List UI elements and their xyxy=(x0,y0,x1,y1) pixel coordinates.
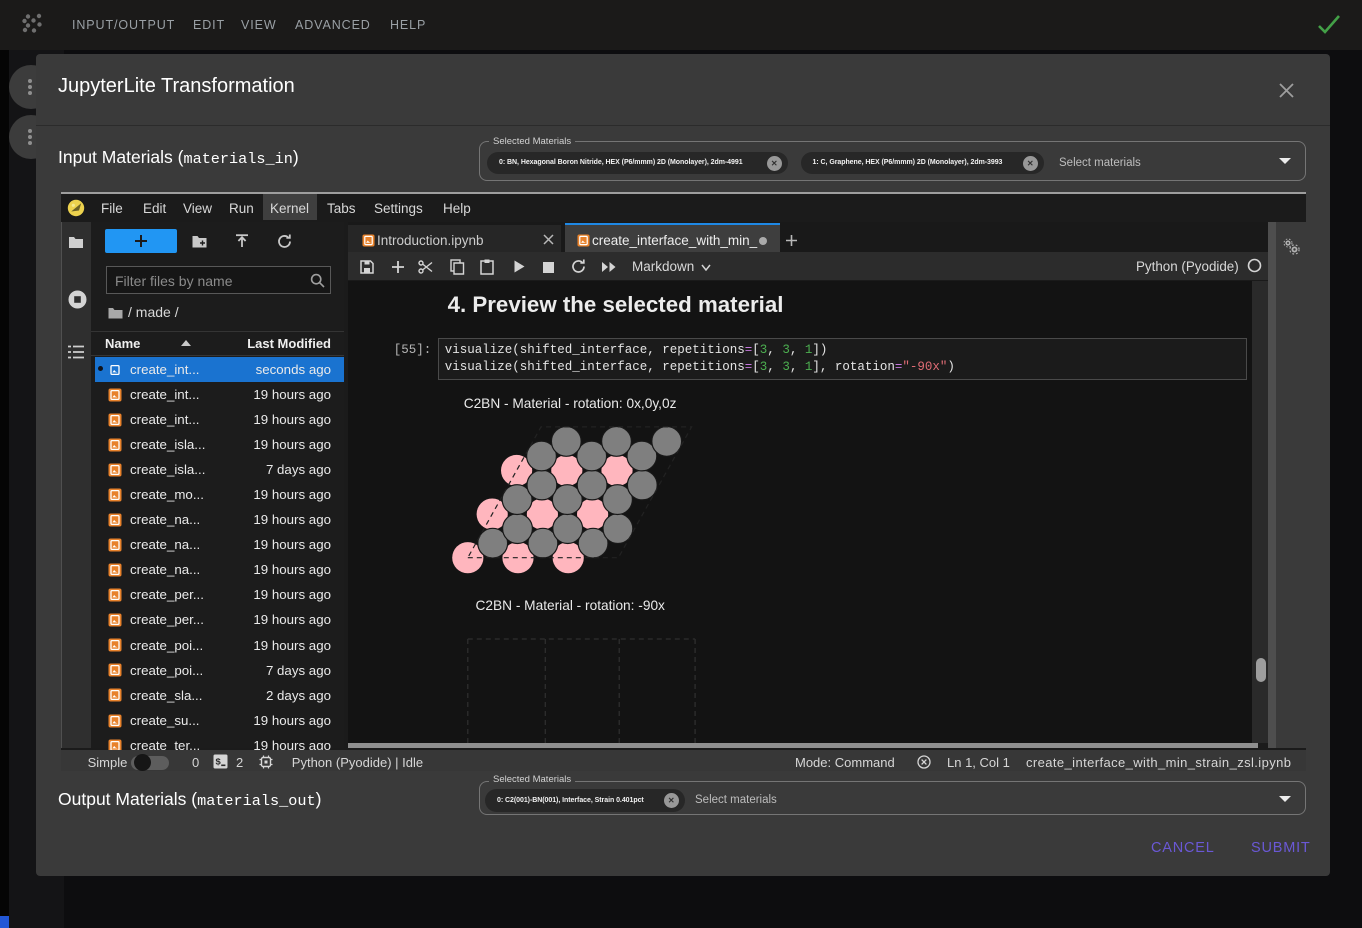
svg-text:$: $ xyxy=(215,757,221,768)
